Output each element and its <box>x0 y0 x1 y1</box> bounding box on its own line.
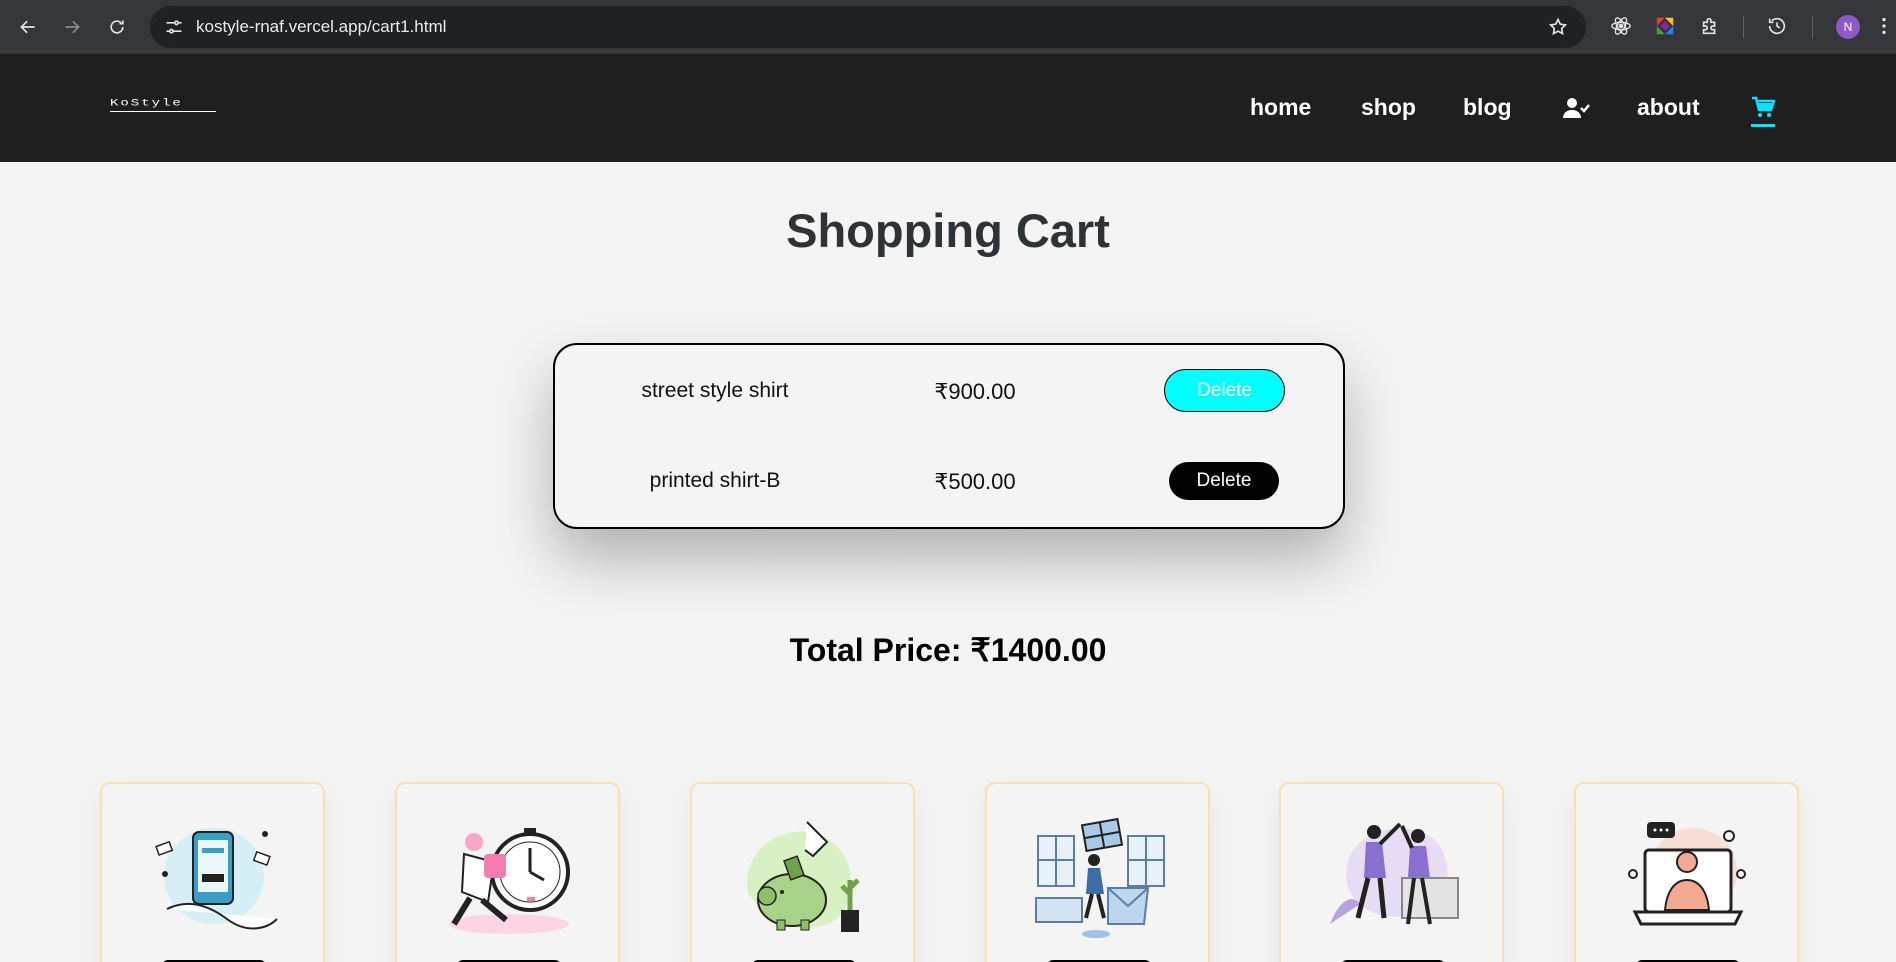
bookmark-star-icon[interactable] <box>1548 17 1568 37</box>
feature-card <box>1574 782 1799 962</box>
nav-home[interactable]: home <box>1250 94 1311 121</box>
extensions-puzzle-icon[interactable] <box>1699 15 1721 37</box>
url-text[interactable]: kostyle-rnaf.vercel.app/cart1.html <box>196 17 446 37</box>
menu-icon[interactable] <box>1880 15 1896 37</box>
cart-item-name: street style shirt <box>641 379 789 402</box>
reload-icon[interactable] <box>102 12 132 42</box>
online-support-illustration <box>1628 822 1746 926</box>
happy-customers-illustration <box>1330 822 1459 925</box>
gift-shopping-illustration <box>1035 817 1165 938</box>
cart-item-price: ₹500.00 <box>934 469 1016 494</box>
nav-about[interactable]: about <box>1637 94 1700 121</box>
user-check-icon[interactable] <box>1562 96 1590 124</box>
feature-card <box>985 782 1210 962</box>
mobile-payment-illustration <box>155 828 278 930</box>
total-price: Total Price: ₹1400.00 <box>789 632 1107 668</box>
logo-text: KoStyle <box>110 98 183 110</box>
react-devtools-icon[interactable] <box>1610 15 1632 37</box>
site-header: KoStyle home shop blog about <box>0 54 1896 162</box>
cart-table: street style shirt ₹900.00 Delete printe… <box>553 343 1345 529</box>
savings-piggy-bank-illustration <box>747 821 860 932</box>
feature-card <box>690 782 915 962</box>
feature-card <box>100 782 325 962</box>
forward-icon[interactable] <box>57 12 87 42</box>
colorful-extension-icon[interactable] <box>1654 15 1676 37</box>
history-icon[interactable] <box>1766 15 1788 37</box>
fast-delivery-illustration <box>449 828 570 934</box>
feature-card <box>1279 782 1504 962</box>
nav-blog[interactable]: blog <box>1463 94 1512 121</box>
cart-icon[interactable] <box>1751 96 1776 120</box>
feature-card <box>395 782 620 962</box>
address-bar[interactable]: kostyle-rnaf.vercel.app/cart1.html <box>150 6 1586 48</box>
cart-item-price: ₹900.00 <box>934 379 1016 404</box>
cart-item-name: printed shirt-B <box>649 469 781 492</box>
logo-underline <box>110 111 216 112</box>
site-info-icon[interactable] <box>164 17 184 37</box>
nav-shop[interactable]: shop <box>1361 94 1416 121</box>
delete-button[interactable]: Delete <box>1164 369 1285 412</box>
toolbar-separator <box>1812 16 1813 38</box>
page-title: Shopping Cart <box>786 204 1110 257</box>
back-icon[interactable] <box>13 12 43 42</box>
toolbar-separator <box>1743 16 1744 38</box>
cart-active-underline <box>1751 124 1775 127</box>
site-logo[interactable]: KoStyle <box>110 98 216 116</box>
delete-button[interactable]: Delete <box>1169 462 1279 500</box>
profile-avatar[interactable]: N <box>1836 15 1860 39</box>
